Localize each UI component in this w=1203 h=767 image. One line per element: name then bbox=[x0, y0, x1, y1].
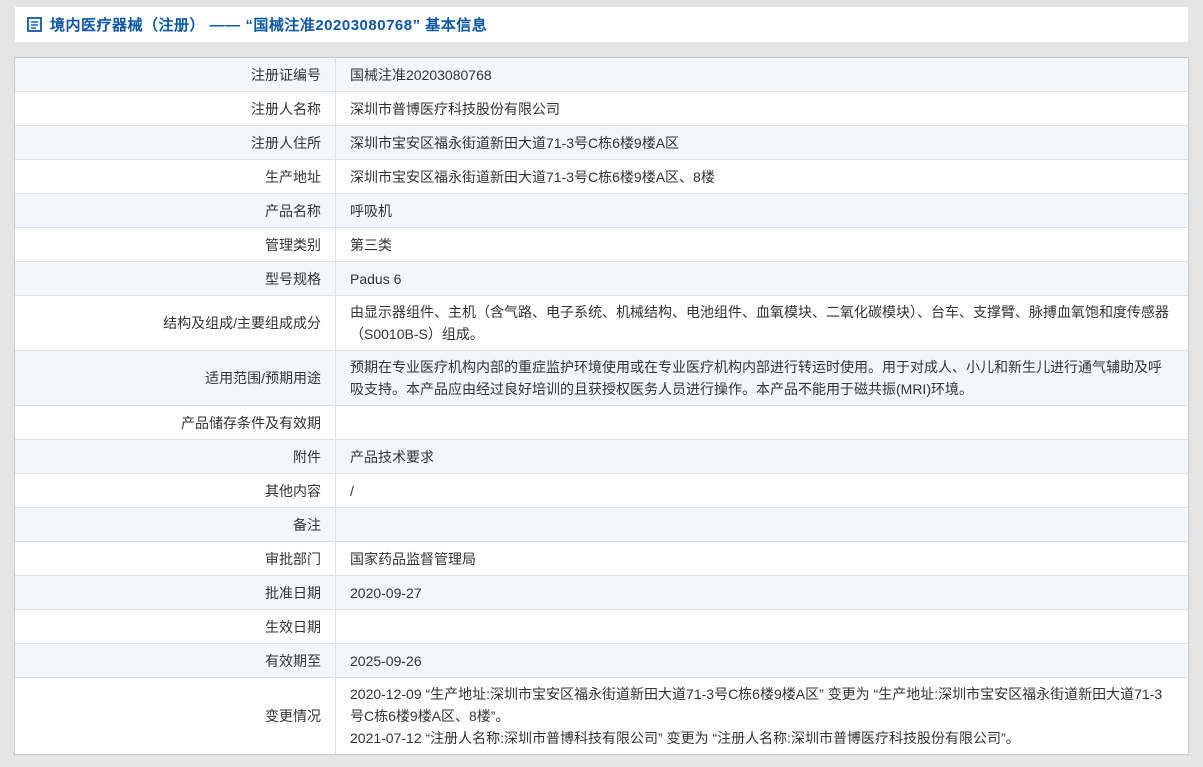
page: 境内医疗器械（注册） —— “国械注准20203080768” 基本信息 注册证… bbox=[0, 6, 1203, 767]
row-value: 2020-12-09 “生产地址:深圳市宝安区福永街道新田大道71-3号C栋6楼… bbox=[336, 678, 1188, 754]
table-row-remarks: 备注 bbox=[15, 508, 1188, 542]
table-row-intended-use: 适用范围/预期用途 预期在专业医疗机构内部的重症监护环境使用或在专业医疗机构内部… bbox=[15, 351, 1188, 406]
row-value: 深圳市宝安区福永街道新田大道71-3号C栋6楼9楼A区 bbox=[336, 126, 1188, 159]
row-label: 审批部门 bbox=[15, 542, 336, 575]
table-row-structure-composition: 结构及组成/主要组成成分 由显示器组件、主机（含气路、电子系统、机械结构、电池组… bbox=[15, 296, 1188, 351]
row-value bbox=[336, 610, 1188, 643]
table-row-registration-number: 注册证编号 国械注准20203080768 bbox=[15, 58, 1188, 92]
row-value: 2020-09-27 bbox=[336, 576, 1188, 609]
row-label: 结构及组成/主要组成成分 bbox=[15, 296, 336, 350]
table-row-approval-department: 审批部门 国家药品监督管理局 bbox=[15, 542, 1188, 576]
row-label: 适用范围/预期用途 bbox=[15, 351, 336, 405]
table-row-approval-date: 批准日期 2020-09-27 bbox=[15, 576, 1188, 610]
table-row-registrant-address: 注册人住所 深圳市宝安区福永街道新田大道71-3号C栋6楼9楼A区 bbox=[15, 126, 1188, 160]
row-value: 2025-09-26 bbox=[336, 644, 1188, 677]
row-value: 预期在专业医疗机构内部的重症监护环境使用或在专业医疗机构内部进行转运时使用。用于… bbox=[336, 351, 1188, 405]
row-value: 呼吸机 bbox=[336, 194, 1188, 227]
row-value: 深圳市普博医疗科技股份有限公司 bbox=[336, 92, 1188, 125]
row-label: 有效期至 bbox=[15, 644, 336, 677]
row-label: 产品名称 bbox=[15, 194, 336, 227]
row-value bbox=[336, 406, 1188, 439]
table-row-management-class: 管理类别 第三类 bbox=[15, 228, 1188, 262]
row-label: 备注 bbox=[15, 508, 336, 541]
row-label: 管理类别 bbox=[15, 228, 336, 261]
row-label: 产品储存条件及有效期 bbox=[15, 406, 336, 439]
row-label: 变更情况 bbox=[15, 678, 336, 754]
row-value: Padus 6 bbox=[336, 262, 1188, 295]
row-label: 批准日期 bbox=[15, 576, 336, 609]
row-value: 第三类 bbox=[336, 228, 1188, 261]
table-row-model-spec: 型号规格 Padus 6 bbox=[15, 262, 1188, 296]
row-label: 注册证编号 bbox=[15, 58, 336, 91]
row-label: 生效日期 bbox=[15, 610, 336, 643]
table-row-production-address: 生产地址 深圳市宝安区福永街道新田大道71-3号C栋6楼9楼A区、8楼 bbox=[15, 160, 1188, 194]
table-row-other-content: 其他内容 / bbox=[15, 474, 1188, 508]
table-row-product-name: 产品名称 呼吸机 bbox=[15, 194, 1188, 228]
row-value: 由显示器组件、主机（含气路、电子系统、机械结构、电池组件、血氧模块、二氧化碳模块… bbox=[336, 296, 1188, 350]
page-header: 境内医疗器械（注册） —— “国械注准20203080768” 基本信息 bbox=[14, 6, 1189, 43]
table-row-storage-conditions: 产品储存条件及有效期 bbox=[15, 406, 1188, 440]
row-value bbox=[336, 508, 1188, 541]
row-label: 生产地址 bbox=[15, 160, 336, 193]
row-label: 注册人住所 bbox=[15, 126, 336, 159]
row-label: 附件 bbox=[15, 440, 336, 473]
row-label: 注册人名称 bbox=[15, 92, 336, 125]
row-label: 型号规格 bbox=[15, 262, 336, 295]
table-row-registrant-name: 注册人名称 深圳市普博医疗科技股份有限公司 bbox=[15, 92, 1188, 126]
page-title: 境内医疗器械（注册） —— “国械注准20203080768” 基本信息 bbox=[50, 14, 487, 35]
table-row-change-history: 变更情况 2020-12-09 “生产地址:深圳市宝安区福永街道新田大道71-3… bbox=[15, 678, 1188, 754]
table-row-valid-until: 有效期至 2025-09-26 bbox=[15, 644, 1188, 678]
row-value: 国家药品监督管理局 bbox=[336, 542, 1188, 575]
row-value: / bbox=[336, 474, 1188, 507]
table-row-effective-date: 生效日期 bbox=[15, 610, 1188, 644]
row-value: 产品技术要求 bbox=[336, 440, 1188, 473]
document-icon bbox=[27, 17, 42, 32]
row-value: 深圳市宝安区福永街道新田大道71-3号C栋6楼9楼A区、8楼 bbox=[336, 160, 1188, 193]
registration-info-table: 注册证编号 国械注准20203080768 注册人名称 深圳市普博医疗科技股份有… bbox=[14, 57, 1189, 755]
row-value: 国械注准20203080768 bbox=[336, 58, 1188, 91]
row-label: 其他内容 bbox=[15, 474, 336, 507]
table-row-attachments: 附件 产品技术要求 bbox=[15, 440, 1188, 474]
